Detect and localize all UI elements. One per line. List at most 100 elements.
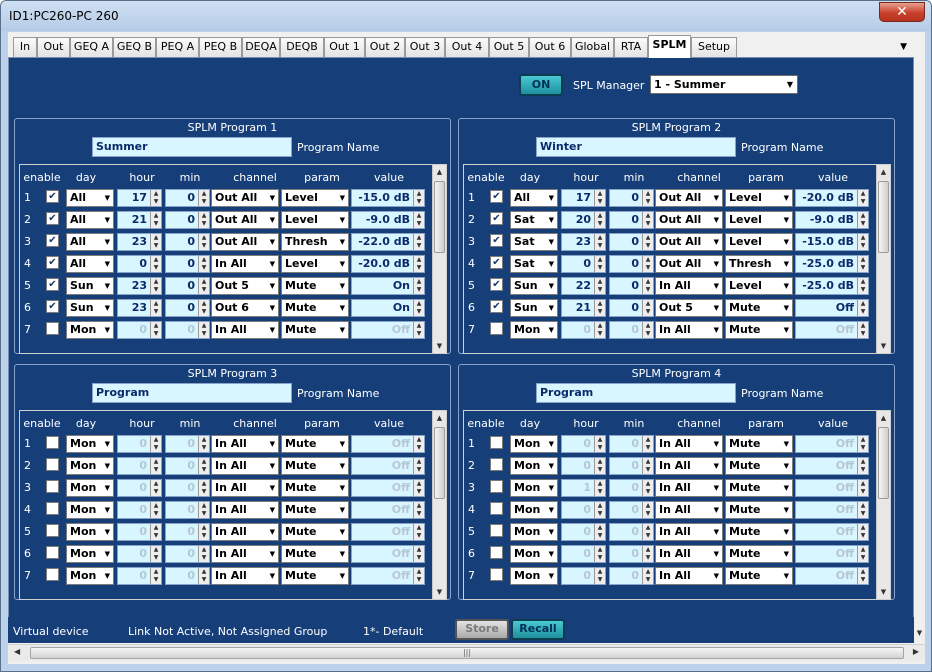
spinner-arrows-icon[interactable]: ▲ ▼ — [413, 480, 424, 496]
spinner-arrows-icon[interactable]: ▲ ▼ — [857, 524, 868, 540]
window-vertical-scrollbar[interactable]: ▼ — [914, 57, 925, 643]
value-stepper[interactable]: -20.0 dB ▲ ▼ — [795, 189, 869, 207]
param-select[interactable]: Mute ▼ — [281, 457, 349, 475]
splm-on-button[interactable]: ON — [519, 74, 563, 96]
tab-out-2[interactable]: Out 2 — [365, 37, 405, 57]
spinner-arrows-icon[interactable]: ▲ ▼ — [198, 546, 209, 562]
day-select[interactable]: Mon ▼ — [510, 545, 558, 563]
param-select[interactable]: Level ▼ — [725, 277, 793, 295]
hour-stepper[interactable]: 0 ▲ ▼ — [561, 435, 606, 453]
hour-stepper[interactable]: 23 ▲ ▼ — [117, 233, 162, 251]
hour-stepper[interactable]: 21 ▲ ▼ — [561, 299, 606, 317]
spinner-arrows-icon[interactable]: ▲ ▼ — [642, 322, 653, 338]
channel-select[interactable]: Out All ▼ — [211, 233, 279, 251]
min-stepper[interactable]: 0 ▲ ▼ — [609, 321, 654, 339]
day-select[interactable]: Mon ▼ — [510, 321, 558, 339]
spinner-arrows-icon[interactable]: ▲ ▼ — [150, 546, 161, 562]
spinner-arrows-icon[interactable]: ▲ ▼ — [413, 278, 424, 294]
spinner-arrows-icon[interactable]: ▲ ▼ — [150, 502, 161, 518]
spinner-arrows-icon[interactable]: ▲ ▼ — [857, 322, 868, 338]
value-stepper[interactable]: On ▲ ▼ — [351, 277, 425, 295]
tab-out-5[interactable]: Out 5 — [489, 37, 529, 57]
value-stepper[interactable]: Off ▲ ▼ — [795, 435, 869, 453]
tab-rta[interactable]: RTA — [614, 37, 648, 57]
channel-select[interactable]: In All ▼ — [655, 277, 723, 295]
channel-select[interactable]: In All ▼ — [655, 567, 723, 585]
min-stepper[interactable]: 0 ▲ ▼ — [165, 255, 210, 273]
enable-checkbox[interactable]: ✔ — [46, 300, 59, 313]
scroll-thumb[interactable] — [878, 181, 889, 253]
channel-select[interactable]: In All ▼ — [211, 435, 279, 453]
spinner-arrows-icon[interactable]: ▲ ▼ — [594, 524, 605, 540]
tab-splm[interactable]: SPLM — [648, 35, 691, 58]
channel-select[interactable]: Out All ▼ — [655, 211, 723, 229]
enable-checkbox[interactable] — [46, 502, 59, 515]
hour-stepper[interactable]: 0 ▲ ▼ — [561, 457, 606, 475]
hour-stepper[interactable]: 23 ▲ ▼ — [561, 233, 606, 251]
spinner-arrows-icon[interactable]: ▲ ▼ — [413, 436, 424, 452]
param-select[interactable]: Mute ▼ — [725, 299, 793, 317]
value-stepper[interactable]: Off ▲ ▼ — [795, 567, 869, 585]
spinner-arrows-icon[interactable]: ▲ ▼ — [642, 278, 653, 294]
day-select[interactable]: Mon ▼ — [66, 523, 114, 541]
param-select[interactable]: Mute ▼ — [281, 501, 349, 519]
tab-out-6[interactable]: Out 6 — [529, 37, 571, 57]
spinner-arrows-icon[interactable]: ▲ ▼ — [150, 458, 161, 474]
channel-select[interactable]: Out All ▼ — [211, 189, 279, 207]
channel-select[interactable]: Out All ▼ — [655, 233, 723, 251]
spinner-arrows-icon[interactable]: ▲ ▼ — [594, 300, 605, 316]
spinner-arrows-icon[interactable]: ▲ ▼ — [857, 256, 868, 272]
tab-out-1[interactable]: Out 1 — [324, 37, 365, 57]
enable-checkbox[interactable] — [490, 436, 503, 449]
spinner-arrows-icon[interactable]: ▲ ▼ — [413, 568, 424, 584]
param-select[interactable]: Mute ▼ — [725, 435, 793, 453]
spinner-arrows-icon[interactable]: ▲ ▼ — [198, 458, 209, 474]
spinner-arrows-icon[interactable]: ▲ ▼ — [150, 300, 161, 316]
spinner-arrows-icon[interactable]: ▲ ▼ — [150, 524, 161, 540]
spinner-arrows-icon[interactable]: ▲ ▼ — [198, 234, 209, 250]
spinner-arrows-icon[interactable]: ▲ ▼ — [198, 300, 209, 316]
channel-select[interactable]: In All ▼ — [655, 523, 723, 541]
hour-stepper[interactable]: 21 ▲ ▼ — [117, 211, 162, 229]
hour-stepper[interactable]: 0 ▲ ▼ — [561, 523, 606, 541]
value-stepper[interactable]: Off ▲ ▼ — [351, 523, 425, 541]
enable-checkbox[interactable]: ✔ — [490, 256, 503, 269]
min-stepper[interactable]: 0 ▲ ▼ — [165, 277, 210, 295]
min-stepper[interactable]: 0 ▲ ▼ — [165, 501, 210, 519]
day-select[interactable]: Mon ▼ — [510, 523, 558, 541]
channel-select[interactable]: In All ▼ — [655, 479, 723, 497]
spinner-arrows-icon[interactable]: ▲ ▼ — [198, 212, 209, 228]
hour-stepper[interactable]: 0 ▲ ▼ — [117, 321, 162, 339]
spinner-arrows-icon[interactable]: ▲ ▼ — [150, 256, 161, 272]
param-select[interactable]: Level ▼ — [281, 189, 349, 207]
spinner-arrows-icon[interactable]: ▲ ▼ — [642, 502, 653, 518]
scroll-left-icon[interactable]: ◀ — [14, 647, 20, 656]
spinner-arrows-icon[interactable]: ▲ ▼ — [594, 322, 605, 338]
hour-stepper[interactable]: 22 ▲ ▼ — [561, 277, 606, 295]
min-stepper[interactable]: 0 ▲ ▼ — [609, 299, 654, 317]
value-stepper[interactable]: Off ▲ ▼ — [795, 299, 869, 317]
hour-stepper[interactable]: 0 ▲ ▼ — [117, 457, 162, 475]
scroll-thumb[interactable] — [434, 181, 445, 253]
value-stepper[interactable]: On ▲ ▼ — [351, 299, 425, 317]
min-stepper[interactable]: 0 ▲ ▼ — [165, 435, 210, 453]
spinner-arrows-icon[interactable]: ▲ ▼ — [857, 190, 868, 206]
min-stepper[interactable]: 0 ▲ ▼ — [609, 523, 654, 541]
day-select[interactable]: Mon ▼ — [66, 479, 114, 497]
tab-in[interactable]: In — [13, 37, 37, 57]
scroll-thumb[interactable] — [878, 427, 889, 499]
spinner-arrows-icon[interactable]: ▲ ▼ — [857, 502, 868, 518]
day-select[interactable]: Sat ▼ — [510, 211, 558, 229]
spinner-arrows-icon[interactable]: ▲ ▼ — [594, 546, 605, 562]
channel-select[interactable]: In All ▼ — [211, 567, 279, 585]
value-stepper[interactable]: -25.0 dB ▲ ▼ — [795, 255, 869, 273]
grid-scrollbar[interactable]: ▲ ▼ — [876, 411, 890, 599]
spinner-arrows-icon[interactable]: ▲ ▼ — [413, 300, 424, 316]
param-select[interactable]: Level ▼ — [725, 211, 793, 229]
channel-select[interactable]: In All ▼ — [211, 479, 279, 497]
spinner-arrows-icon[interactable]: ▲ ▼ — [413, 546, 424, 562]
hour-stepper[interactable]: 0 ▲ ▼ — [117, 435, 162, 453]
scroll-thumb[interactable]: ||| — [30, 647, 904, 659]
channel-select[interactable]: Out 6 ▼ — [211, 299, 279, 317]
spinner-arrows-icon[interactable]: ▲ ▼ — [857, 212, 868, 228]
